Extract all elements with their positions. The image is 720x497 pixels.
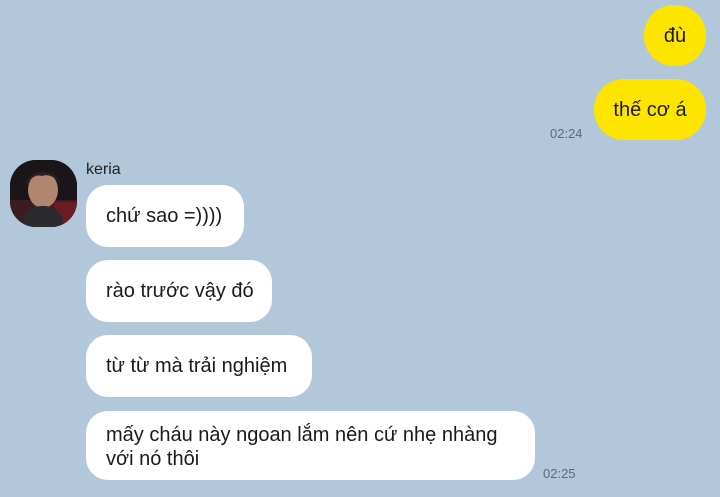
message-text: đù: [663, 24, 687, 47]
message-text: mấy cháu này ngoan lắm nên cứ nhẹ nhàng …: [106, 424, 498, 470]
incoming-message[interactable]: mấy cháu này ngoan lắm nên cứ nhẹ nhàng …: [86, 411, 535, 480]
incoming-message[interactable]: từ từ mà trải nghiệm: [86, 335, 312, 397]
message-timestamp: 02:25: [543, 466, 576, 481]
sender-avatar[interactable]: [10, 160, 77, 227]
message-text: thế cơ á: [613, 98, 687, 121]
incoming-message[interactable]: chứ sao =)))): [86, 185, 244, 247]
outgoing-message[interactable]: đù: [644, 5, 706, 66]
message-text: rào trước vậy đó: [106, 280, 254, 302]
incoming-message[interactable]: rào trước vậy đó: [86, 260, 272, 322]
profile-photo-icon: [10, 160, 77, 227]
message-text: chứ sao =)))): [106, 205, 223, 227]
message-timestamp: 02:24: [550, 126, 583, 141]
sender-name: keria: [86, 161, 121, 178]
outgoing-message[interactable]: thế cơ á: [594, 79, 706, 140]
message-text: từ từ mà trải nghiệm: [106, 355, 288, 377]
